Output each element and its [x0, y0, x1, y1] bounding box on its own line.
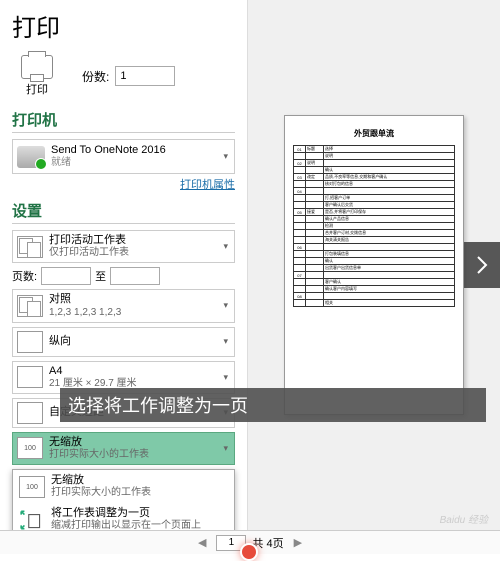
watermark: Baidu 经验 — [440, 511, 488, 526]
collate-title: 对照 — [49, 293, 230, 306]
scaling-title: 无缩放 — [49, 436, 230, 449]
next-page-arrow[interactable] — [464, 242, 500, 288]
slider-handle[interactable] — [240, 543, 258, 561]
collate-select[interactable]: 对照 1,2,3 1,2,3 1,2,3 — [12, 289, 235, 322]
printer-select[interactable]: Send To OneNote 2016 就绪 — [12, 139, 235, 174]
printer-section-header: 打印机 — [12, 109, 235, 133]
scaling-opt-title: 无缩放 — [51, 474, 228, 487]
page-from-input[interactable] — [41, 267, 91, 285]
print-what-select[interactable]: 打印活动工作表 仅打印活动工作表 — [12, 230, 235, 263]
margins-icon — [17, 402, 43, 424]
printer-icon — [21, 55, 53, 79]
orientation-select[interactable]: 纵向 — [12, 327, 235, 357]
scale-100-icon: 100 — [17, 437, 43, 459]
prev-page-button[interactable]: ◀ — [194, 536, 210, 549]
print-button[interactable]: 打印 — [12, 55, 62, 97]
scale-100-icon: 100 — [19, 476, 45, 498]
scaling-sub: 打印实际大小的工作表 — [49, 449, 230, 461]
page-title: 打印 — [12, 8, 235, 43]
print-button-label: 打印 — [12, 81, 62, 97]
annotation-overlay: 选择将工作调整为一页 — [60, 388, 486, 422]
copies-label: 份数: — [82, 68, 109, 85]
page-range-label: 页数: — [12, 268, 37, 284]
print-what-sub: 仅打印活动工作表 — [49, 247, 230, 259]
settings-section-header: 设置 — [12, 200, 235, 224]
print-preview-panel: 外贸跟单流 01标题选择说明02说明确认03改定品质,不良率等信息,交期和客户确… — [248, 0, 500, 530]
scaling-dropdown: 100 无缩放 打印实际大小的工作表 将工作表调整为一页 缩减打印输出以显示在一… — [12, 469, 235, 530]
paper-title: A4 — [49, 365, 230, 378]
orientation-title: 纵向 — [49, 335, 230, 348]
next-page-button[interactable]: ▶ — [290, 536, 306, 549]
scaling-option-0[interactable]: 100 无缩放 打印实际大小的工作表 — [13, 470, 234, 503]
paper-icon — [17, 366, 43, 388]
copies-input[interactable] — [115, 66, 175, 86]
portrait-icon — [17, 331, 43, 353]
collate-icon — [17, 295, 43, 317]
page-to-input[interactable] — [110, 267, 160, 285]
scaling-opt-sub: 缩减打印输出以显示在一个页面上 — [51, 520, 228, 530]
print-what-title: 打印活动工作表 — [49, 234, 230, 247]
fit-page-icon — [19, 509, 45, 530]
printer-device-icon — [17, 146, 45, 168]
scaling-opt-sub: 打印实际大小的工作表 — [51, 487, 228, 499]
scaling-option-1[interactable]: 将工作表调整为一页 缩减打印输出以显示在一个页面上 — [13, 503, 234, 530]
chevron-right-icon — [474, 255, 490, 275]
scaling-opt-title: 将工作表调整为一页 — [51, 507, 228, 520]
printer-name: Send To OneNote 2016 — [51, 144, 166, 157]
collate-sub: 1,2,3 1,2,3 1,2,3 — [49, 307, 230, 319]
preview-doc-title: 外贸跟单流 — [293, 128, 455, 139]
page-range-to-label: 至 — [95, 268, 106, 284]
preview-table: 01标题选择说明02说明确认03改定品质,不良率等信息,交期和客户确认核对打包的… — [293, 145, 455, 307]
scaling-select[interactable]: 100 无缩放 打印实际大小的工作表 — [12, 432, 235, 465]
printer-properties-link[interactable]: 打印机属性 — [12, 176, 235, 192]
preview-page: 外贸跟单流 01标题选择说明02说明确认03改定品质,不良率等信息,交期和客户确… — [284, 115, 464, 415]
printer-status: 就绪 — [51, 157, 166, 169]
sheets-icon — [17, 236, 43, 258]
